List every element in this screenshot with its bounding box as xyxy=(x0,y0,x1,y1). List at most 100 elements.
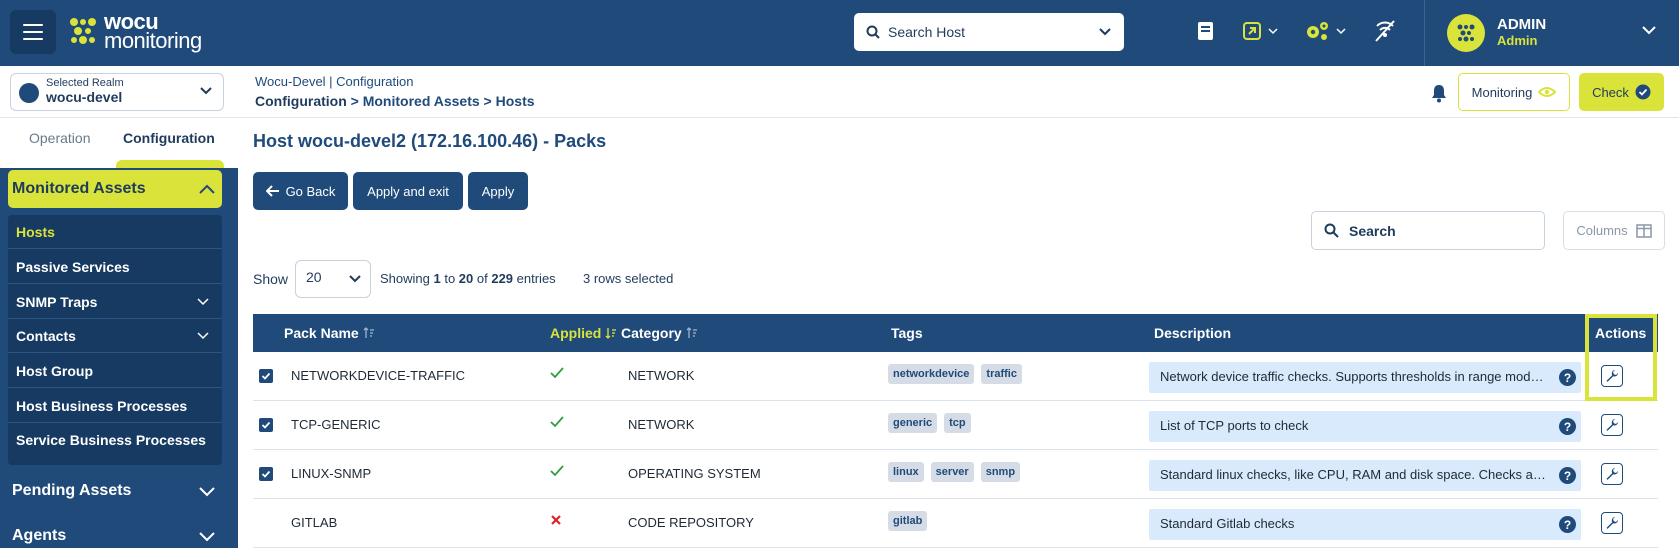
row-checkbox[interactable] xyxy=(259,467,273,481)
logo: wocu monitoring xyxy=(68,11,202,52)
help-icon[interactable]: ? xyxy=(1559,467,1576,484)
search-host-select[interactable]: Search Host xyxy=(854,13,1124,51)
table-search-input[interactable]: Search xyxy=(1311,211,1545,250)
chevron-down-icon xyxy=(197,297,209,305)
book-button[interactable] xyxy=(1196,20,1216,42)
user-menu[interactable]: ADMIN Admin xyxy=(1424,0,1679,66)
section-monitored-assets[interactable]: Monitored Assets xyxy=(8,170,222,208)
column-label: Category xyxy=(621,325,682,341)
external-link-menu[interactable] xyxy=(1242,21,1278,41)
help-icon[interactable]: ? xyxy=(1559,516,1576,533)
check-button[interactable]: Check xyxy=(1579,73,1664,111)
tab-operation[interactable]: Operation xyxy=(29,130,90,146)
column-description: Description xyxy=(1154,325,1231,341)
tags: gitlab xyxy=(888,511,934,531)
help-icon[interactable]: ? xyxy=(1559,369,1576,386)
configure-pack-button[interactable] xyxy=(1601,512,1623,534)
category: CODE REPOSITORY xyxy=(628,515,754,530)
help-icon[interactable]: ? xyxy=(1559,418,1576,435)
tag: networkdevice xyxy=(888,364,975,384)
wrench-icon xyxy=(1606,517,1618,529)
row-checkbox[interactable] xyxy=(259,369,273,383)
sidebar-item-snmp-traps[interactable]: SNMP Traps xyxy=(8,285,222,319)
columns-button[interactable]: Columns xyxy=(1563,211,1665,250)
sidebar-item-passive-services[interactable]: Passive Services xyxy=(8,250,222,284)
description: Network device traffic checks. Supports … xyxy=(1149,362,1581,393)
realm-select[interactable]: Selected Realm wocu-devel xyxy=(10,73,224,111)
wrench-icon xyxy=(1606,419,1618,431)
breadcrumb-rest[interactable]: > Monitored Assets > Hosts xyxy=(347,93,535,109)
menu-toggle-button[interactable] xyxy=(10,10,56,54)
configure-pack-button[interactable] xyxy=(1601,365,1623,387)
search-host-label: Search Host xyxy=(888,24,966,40)
bell-icon xyxy=(1432,85,1446,103)
column-applied[interactable]: Applied xyxy=(550,325,617,341)
sidebar-item-label: Service Business Processes xyxy=(16,432,206,448)
apply-and-exit-button[interactable]: Apply and exit xyxy=(353,172,463,210)
column-pack-name[interactable]: Pack Name xyxy=(284,325,375,341)
sidebar-item-contacts[interactable]: Contacts xyxy=(8,319,222,353)
monitoring-label: Monitoring xyxy=(1471,84,1533,100)
column-label: Description xyxy=(1154,325,1232,341)
column-label: Tags xyxy=(891,325,923,341)
chevron-down-icon xyxy=(1642,26,1656,35)
page-title: Host wocu-devel2 (172.16.100.46) - Packs xyxy=(253,131,607,151)
settings-menu[interactable] xyxy=(1304,20,1346,42)
section-label: Agents xyxy=(12,527,67,544)
table-row[interactable]: NETWORKDEVICE-TRAFFIC NETWORK networkdev… xyxy=(253,352,1658,401)
go-back-button[interactable]: Go Back xyxy=(253,172,348,210)
description: Standard Gitlab checks xyxy=(1149,509,1581,540)
apply-and-exit-label: Apply and exit xyxy=(367,183,449,199)
chevron-down-icon xyxy=(199,532,215,542)
page-size-value: 20 xyxy=(306,269,322,285)
show-label: Show xyxy=(253,271,289,287)
monitored-assets-list: Hosts Passive Services SNMP Traps Contac… xyxy=(8,215,222,465)
monitoring-button[interactable]: Monitoring xyxy=(1458,73,1570,111)
wrench-icon xyxy=(1606,468,1618,480)
search-icon xyxy=(866,25,880,39)
sidebar-item-hosts[interactable]: Hosts xyxy=(8,215,222,249)
signal-off-icon xyxy=(1375,20,1395,42)
sort-icon xyxy=(686,327,697,338)
breadcrumb-first[interactable]: Configuration xyxy=(255,93,347,109)
chevron-down-icon xyxy=(1099,28,1111,36)
tag: linux xyxy=(888,462,924,482)
table-row[interactable]: LINUX-SNMP OPERATING SYSTEM linux server s… xyxy=(253,450,1658,499)
tags: linux server snmp xyxy=(888,462,1027,482)
pack-name: GITLAB xyxy=(291,515,338,530)
section-agents[interactable]: Agents xyxy=(8,517,222,548)
page-size-select[interactable]: 20 xyxy=(295,260,371,298)
disconnect-button[interactable] xyxy=(1372,18,1398,44)
section-pending-assets[interactable]: Pending Assets xyxy=(8,472,222,510)
section-label: Monitored Assets xyxy=(12,180,146,197)
sidebar-item-service-business-processes[interactable]: Service Business Processes xyxy=(8,423,222,457)
configure-pack-button[interactable] xyxy=(1601,414,1623,436)
chevron-up-icon xyxy=(199,184,215,194)
breadcrumb-realm: Wocu-Devel | Configuration xyxy=(255,74,414,89)
table-row[interactable]: GITLAB CODE REPOSITORY gitlab Standard G… xyxy=(253,499,1658,548)
eye-icon xyxy=(1538,87,1557,97)
pack-name: LINUX-SNMP xyxy=(291,466,372,481)
row-checkbox[interactable] xyxy=(259,418,273,432)
avatar xyxy=(1447,14,1485,52)
gears-icon xyxy=(1307,22,1328,40)
tags: networkdevice traffic xyxy=(888,364,1029,384)
column-category[interactable]: Category xyxy=(621,325,698,341)
sidebar-item-host-group[interactable]: Host Group xyxy=(8,354,222,388)
applied-check-icon xyxy=(550,367,564,379)
apply-label: Apply xyxy=(481,183,515,199)
sidebar-item-host-business-processes[interactable]: Host Business Processes xyxy=(8,389,222,423)
chevron-down-icon xyxy=(1336,28,1346,35)
checkmark-icon xyxy=(261,372,271,380)
tab-configuration[interactable]: Configuration xyxy=(123,130,215,146)
realm-panel: Selected Realm wocu-devel xyxy=(0,66,238,118)
realm-label: Selected Realm xyxy=(46,77,124,89)
notifications-button[interactable] xyxy=(1430,83,1448,108)
configure-pack-button[interactable] xyxy=(1601,463,1623,485)
apply-button[interactable]: Apply xyxy=(468,172,528,210)
column-actions: Actions xyxy=(1595,325,1646,341)
table-row[interactable]: TCP-GENERIC NETWORK generic tcp List of T… xyxy=(253,401,1658,450)
rows-selected: 3 rows selected xyxy=(583,271,674,286)
sidebar-item-label: Host Business Processes xyxy=(16,397,188,414)
pack-name: TCP-GENERIC xyxy=(291,417,381,432)
